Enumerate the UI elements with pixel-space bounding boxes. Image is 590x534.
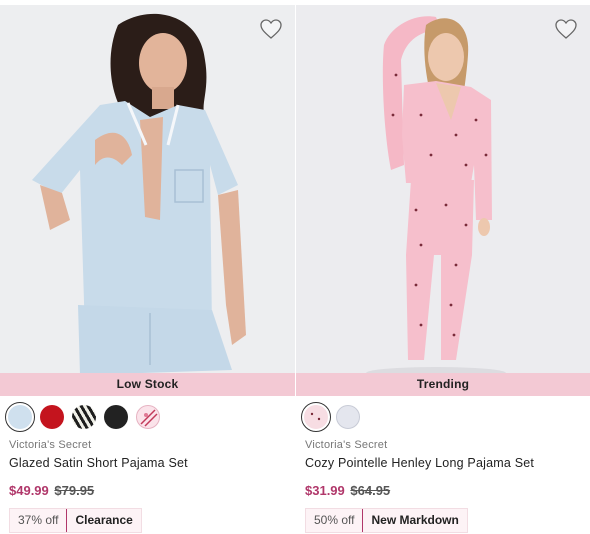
price-row: $31.99 $64.95 (305, 483, 390, 498)
heart-outline-icon[interactable] (554, 17, 578, 41)
promo-tags: 37% off Clearance (9, 508, 142, 533)
product-photo-illustration (0, 5, 295, 396)
original-price: $64.95 (350, 483, 391, 498)
color-swatch-black[interactable] (104, 405, 128, 429)
color-swatch-striped[interactable] (72, 405, 96, 429)
color-swatch-pink-print[interactable] (301, 402, 331, 432)
product-image[interactable]: Low Stock (0, 5, 295, 396)
product-name[interactable]: Glazed Satin Short Pajama Set (9, 456, 188, 470)
brand-name: Victoria's Secret (305, 439, 388, 451)
discount-tag: 50% off (314, 513, 355, 527)
color-swatch-floral-pink[interactable] (136, 405, 160, 429)
color-swatches (5, 402, 160, 432)
product-card[interactable]: Trending Victoria's Secret Cozy Pointell… (296, 0, 590, 534)
product-photo-illustration (296, 5, 590, 396)
original-price: $79.95 (54, 483, 95, 498)
discount-tag: 37% off (18, 513, 59, 527)
color-swatch-light-blue[interactable] (5, 402, 35, 432)
price-row: $49.99 $79.95 (9, 483, 94, 498)
status-badge: Low Stock (0, 373, 295, 396)
sale-price: $31.99 (305, 483, 345, 498)
color-swatch-light-grey[interactable] (336, 405, 360, 429)
product-image[interactable]: Trending (296, 5, 590, 396)
status-badge: Trending (296, 373, 590, 396)
markdown-tag: New Markdown (362, 509, 466, 532)
promo-tags: 50% off New Markdown (305, 508, 468, 533)
markdown-tag: Clearance (66, 509, 140, 532)
brand-name: Victoria's Secret (9, 439, 92, 451)
product-card[interactable]: Low Stock Victoria's Secret Glazed Satin… (0, 0, 295, 534)
color-swatches (301, 402, 360, 432)
product-name[interactable]: Cozy Pointelle Henley Long Pajama Set (305, 456, 534, 470)
sale-price: $49.99 (9, 483, 49, 498)
heart-outline-icon[interactable] (259, 17, 283, 41)
color-swatch-red[interactable] (40, 405, 64, 429)
